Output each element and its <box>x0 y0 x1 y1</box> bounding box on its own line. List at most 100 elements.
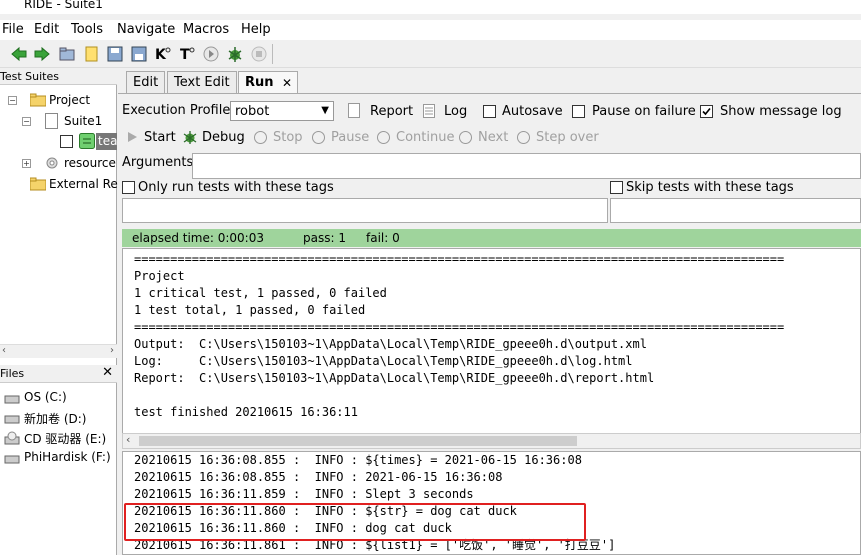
files-header: Files ✕ <box>0 365 117 383</box>
menu-help[interactable]: Help <box>241 22 271 37</box>
run-status-bar: elapsed time: 0:00:03 pass: 1 fail: 0 <box>122 229 861 247</box>
only-run-tags-checkbox[interactable] <box>122 181 135 194</box>
skip-tags-input[interactable] <box>610 198 861 223</box>
tab-run-label: Run <box>245 75 274 90</box>
next-button[interactable]: Next <box>478 130 508 145</box>
skip-tags-label: Skip tests with these tags <box>626 180 794 195</box>
menu-edit[interactable]: Edit <box>34 22 59 37</box>
menu-macros[interactable]: Macros <box>183 22 229 37</box>
fail-count: fail: 0 <box>366 231 400 245</box>
output-line: Log: C:\Users\150103~1\AppData\Local\Tem… <box>134 354 633 368</box>
file-drive-d[interactable]: 新加卷 (D:) <box>24 410 86 427</box>
stop-button[interactable]: Stop <box>273 130 303 145</box>
step-over-button[interactable]: Step over <box>536 130 599 145</box>
save-icon[interactable] <box>106 45 124 63</box>
report-button[interactable]: Report <box>370 104 413 119</box>
log-button[interactable]: Log <box>444 104 467 119</box>
selected-test-item[interactable]: tea <box>96 133 117 150</box>
debug-bug-icon[interactable] <box>226 45 244 63</box>
resource-gear-icon <box>46 157 58 169</box>
checkmark-icon <box>702 107 711 116</box>
pause-button[interactable]: Pause <box>331 130 369 145</box>
file-icon <box>45 113 58 129</box>
stop-icon[interactable] <box>250 45 268 63</box>
scroll-left-icon[interactable]: ‹ <box>2 345 6 356</box>
message-log[interactable]: 20210615 16:36:08.855 : INFO : ${times} … <box>122 451 861 555</box>
pause-icon <box>312 131 325 144</box>
only-run-tags-label: Only run tests with these tags <box>138 180 334 195</box>
back-arrow-icon[interactable] <box>10 45 28 63</box>
file-drive-f[interactable]: PhiHardisk (F:) <box>24 450 111 464</box>
cd-drive-icon <box>4 431 20 445</box>
forward-arrow-icon[interactable] <box>33 45 51 63</box>
tree-item-project[interactable]: Project <box>49 93 90 107</box>
window-title: RIDE - Suite1 <box>24 0 103 11</box>
new-file-icon[interactable] <box>82 45 100 63</box>
pause-on-failure-checkbox[interactable] <box>572 105 585 118</box>
profile-select[interactable]: robot ▼ <box>230 101 334 121</box>
next-icon <box>459 131 472 144</box>
log-line: 20210615 16:36:08.855 : INFO : ${times} … <box>134 453 582 467</box>
tree-item-external[interactable]: External Re <box>49 177 118 191</box>
menu-bar: File Edit Tools Navigate Macros Help <box>0 20 861 40</box>
show-message-log-checkbox[interactable] <box>700 105 713 118</box>
output-horizontal-scrollbar[interactable]: ‹ <box>122 433 861 449</box>
left-panel: Test Suites − Project − Suite1 tea + res… <box>0 69 118 555</box>
file-drive-e[interactable]: CD 驱动器 (E:) <box>24 430 106 447</box>
tab-edit[interactable]: Edit <box>126 71 166 93</box>
menu-tools[interactable]: Tools <box>71 22 103 37</box>
start-button[interactable]: Start <box>144 130 176 145</box>
menu-navigate[interactable]: Navigate <box>117 22 175 37</box>
arguments-label: Arguments: <box>122 155 198 170</box>
arguments-input[interactable] <box>192 153 861 179</box>
resource-expander[interactable]: + <box>22 159 31 168</box>
tree-item-suite[interactable]: Suite1 <box>64 114 102 128</box>
output-console[interactable]: ========================================… <box>122 248 861 436</box>
tab-run[interactable]: Run ✕ <box>238 71 298 93</box>
log-line: 20210615 16:36:11.859 : INFO : Slept 3 s… <box>134 487 474 501</box>
tab-text-edit[interactable]: Text Edit <box>167 71 237 93</box>
toolbar-separator <box>272 44 273 64</box>
search-keywords-icon[interactable]: K <box>154 45 172 63</box>
continue-button[interactable]: Continue <box>396 130 454 145</box>
file-drive-c[interactable]: OS (C:) <box>24 390 67 404</box>
show-message-log-label: Show message log <box>720 104 842 119</box>
open-folder-icon[interactable] <box>58 45 76 63</box>
test-checkbox[interactable] <box>60 135 73 148</box>
output-line: 1 test total, 1 passed, 0 failed <box>134 303 366 317</box>
debug-bug-icon <box>183 131 197 144</box>
output-line: ========================================… <box>134 252 785 266</box>
skip-tags-checkbox[interactable] <box>610 181 623 194</box>
only-run-tags-input[interactable] <box>122 198 608 223</box>
search-tests-icon[interactable]: T <box>178 45 196 63</box>
save-all-icon[interactable] <box>130 45 148 63</box>
close-icon[interactable]: ✕ <box>102 365 113 380</box>
test-suites-title: Test Suites <box>0 70 59 83</box>
pass-count: pass: 1 <box>303 231 346 245</box>
project-expander[interactable]: − <box>8 96 17 105</box>
profile-value: robot <box>235 104 270 119</box>
debug-button[interactable]: Debug <box>202 130 245 145</box>
log-line: 20210615 16:36:11.861 : INFO : ${list1} … <box>134 538 616 552</box>
tree-item-test: tea <box>98 134 117 148</box>
chevron-down-icon: ▼ <box>321 105 329 116</box>
title-bar: RIDE - Suite1 <box>0 0 861 14</box>
tree-horizontal-scrollbar[interactable]: ‹ › <box>0 344 117 358</box>
menu-file[interactable]: File <box>2 22 24 37</box>
execution-profile-label: Execution Profile: <box>122 103 235 118</box>
external-resources-icon <box>30 177 46 191</box>
suite-expander[interactable]: − <box>22 117 31 126</box>
scroll-left-icon[interactable]: ‹ <box>126 433 130 446</box>
scroll-thumb[interactable] <box>139 436 577 446</box>
tab-close-icon[interactable]: ✕ <box>282 76 292 90</box>
drive-icon <box>4 395 20 404</box>
step-over-icon <box>517 131 530 144</box>
autosave-checkbox[interactable] <box>483 105 496 118</box>
run-icon[interactable] <box>202 45 220 63</box>
scroll-right-icon[interactable]: › <box>110 345 114 356</box>
output-line: Project <box>134 269 185 283</box>
folder-icon <box>30 93 46 107</box>
svg-text:T: T <box>180 47 190 63</box>
svg-text:K: K <box>155 47 167 63</box>
tree-item-resource[interactable]: resource <box>64 156 116 170</box>
